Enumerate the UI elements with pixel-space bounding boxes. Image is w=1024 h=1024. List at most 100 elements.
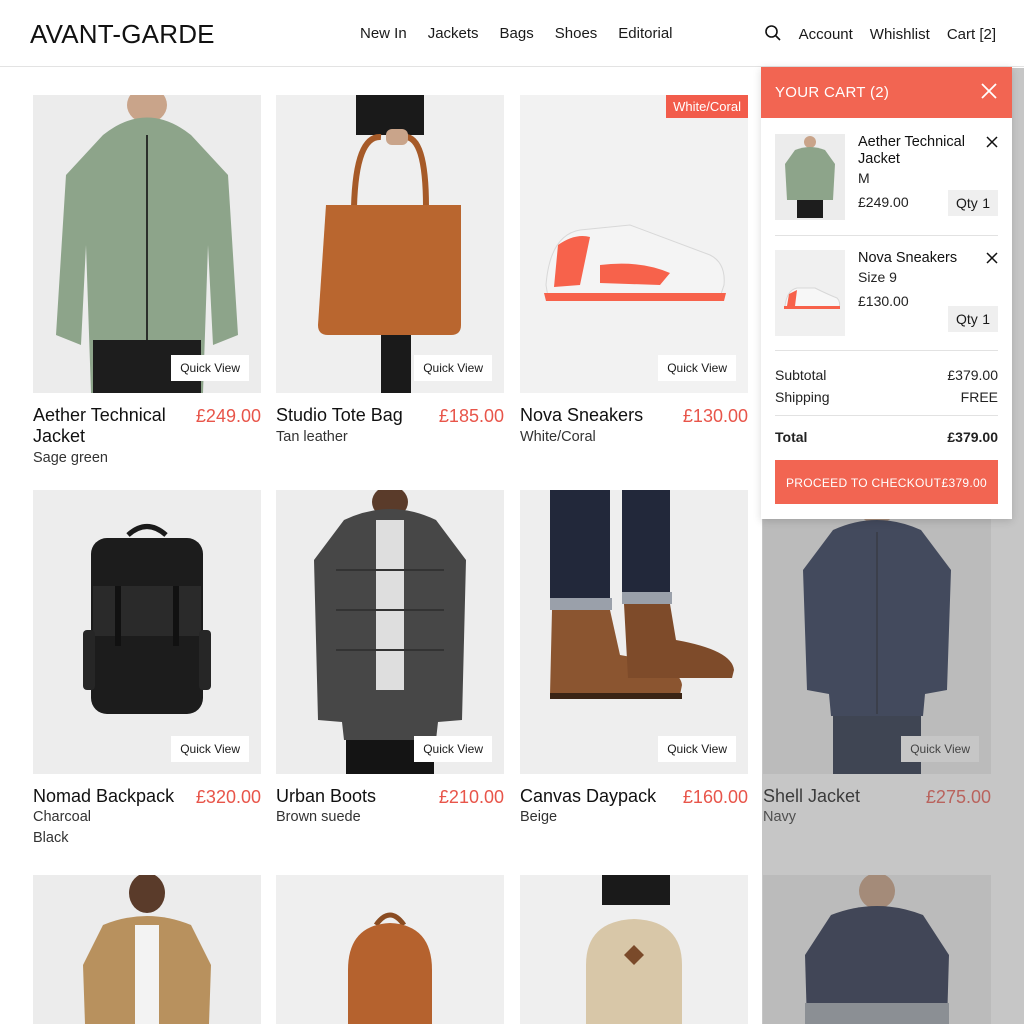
quick-view-button[interactable]: Quick View	[658, 736, 736, 762]
quick-view-button[interactable]: Quick View	[414, 736, 492, 762]
product-image[interactable]: White/Coral Quick View	[520, 95, 748, 393]
site-logo[interactable]: AVANT-GARDE	[30, 19, 215, 50]
tote-bag-illustration	[276, 95, 504, 393]
product-name[interactable]: Canvas Daypack	[520, 786, 670, 807]
product-image[interactable]: Quick View	[33, 490, 261, 774]
puffer-jacket-illustration	[276, 490, 504, 774]
product-color-2: Black	[33, 830, 69, 846]
sneakers-illustration	[520, 95, 748, 393]
jacket-illustration	[33, 95, 261, 393]
leather-backpack-illustration	[276, 875, 504, 1024]
qty-value: 1	[982, 195, 990, 211]
subtotal-label: Subtotal	[775, 367, 827, 383]
product-color: Tan leather	[276, 429, 348, 445]
cart-title: YOUR CART (2)	[775, 84, 890, 101]
product-image[interactable]: Quick View	[276, 490, 504, 774]
product-card[interactable]	[520, 875, 748, 1024]
product-color: Sage green	[33, 450, 108, 466]
quick-view-button[interactable]: Quick View	[414, 355, 492, 381]
product-color: Beige	[520, 809, 558, 825]
subtotal-value: £379.00	[947, 367, 998, 383]
product-image[interactable]: Quick View	[276, 95, 504, 393]
close-icon[interactable]	[980, 82, 998, 100]
jacket-thumbnail	[775, 134, 845, 220]
total-label: Total	[775, 429, 808, 445]
total-value: £379.00	[947, 429, 998, 445]
product-card[interactable]: Quick View Urban Boots £210.00 Brown sue…	[276, 490, 504, 825]
quick-view-button[interactable]: Quick View	[658, 355, 736, 381]
qty-label: Qty	[956, 195, 978, 211]
product-name[interactable]: Urban Boots	[276, 786, 426, 807]
sneaker-thumbnail	[775, 250, 845, 336]
product-price: £185.00	[438, 406, 504, 426]
cart-item-name[interactable]: Aether Technical Jacket	[858, 134, 978, 168]
cart-item-price: £130.00	[858, 293, 909, 309]
nav-shoes[interactable]: Shoes	[555, 25, 598, 42]
divider	[775, 235, 998, 236]
cart-item-image[interactable]	[775, 134, 845, 220]
shipping-row: Shipping FREE	[775, 389, 998, 405]
search-icon[interactable]	[764, 24, 782, 42]
product-card[interactable]: Quick View Nomad Backpack £320.00 Charco…	[33, 490, 261, 846]
nav-new-in[interactable]: New In	[360, 25, 407, 42]
shipping-label: Shipping	[775, 389, 830, 405]
quantity-selector[interactable]: Qty 1	[948, 190, 998, 216]
product-card[interactable]: Quick View Studio Tote Bag £185.00 Tan l…	[276, 95, 504, 445]
product-image[interactable]: Quick View	[33, 95, 261, 393]
remove-item-icon[interactable]	[986, 136, 998, 148]
nav-jackets[interactable]: Jackets	[428, 25, 479, 42]
site-header: AVANT-GARDE New In Jackets Bags Shoes Ed…	[0, 0, 1024, 67]
subtotal-row: Subtotal £379.00	[775, 367, 998, 383]
canvas-backpack-illustration	[520, 875, 748, 1024]
color-badge: White/Coral	[666, 95, 748, 118]
product-card[interactable]	[33, 875, 261, 1024]
product-card[interactable]: Quick View Aether Technical Jacket £249.…	[33, 95, 261, 466]
product-name[interactable]: Nomad Backpack	[33, 786, 183, 807]
utility-nav: Account Whishlist Cart [2]	[764, 25, 996, 43]
qty-label: Qty	[956, 311, 978, 327]
cart-item-size: M	[858, 170, 870, 186]
quick-view-button[interactable]: Quick View	[171, 355, 249, 381]
cart-drawer-header: YOUR CART (2)	[761, 67, 1012, 118]
cart-link[interactable]: Cart [2]	[947, 26, 996, 43]
wishlist-link[interactable]: Whishlist	[870, 26, 930, 43]
product-price: £249.00	[195, 406, 261, 426]
cart-item: Nova Sneakers Size 9 £130.00 Qty 1	[775, 250, 998, 340]
product-image[interactable]	[33, 875, 261, 1024]
cart-item-name[interactable]: Nova Sneakers	[858, 250, 978, 267]
account-link[interactable]: Account	[799, 26, 853, 43]
cart-item-size: Size 9	[858, 269, 897, 285]
boots-illustration	[520, 490, 748, 774]
product-image[interactable]: Quick View	[520, 490, 748, 774]
nav-bags[interactable]: Bags	[500, 25, 534, 42]
product-card[interactable]: White/Coral Quick View Nova Sneakers £13…	[520, 95, 748, 445]
product-price: £160.00	[682, 787, 748, 807]
product-price: £210.00	[438, 787, 504, 807]
product-color: White/Coral	[520, 429, 596, 445]
product-name[interactable]: Aether Technical Jacket	[33, 405, 183, 447]
product-card[interactable]	[276, 875, 504, 1024]
divider	[775, 415, 998, 416]
cart-item-image[interactable]	[775, 250, 845, 336]
cart-drawer: YOUR CART (2) Aether Technical Jacket M …	[761, 67, 1012, 519]
product-image[interactable]	[276, 875, 504, 1024]
remove-item-icon[interactable]	[986, 252, 998, 264]
qty-value: 1	[982, 311, 990, 327]
cart-item-price: £249.00	[858, 194, 909, 210]
divider	[775, 350, 998, 351]
checkout-amount: £379.00	[941, 476, 987, 490]
product-color: Charcoal	[33, 809, 92, 825]
main-nav: New In Jackets Bags Shoes Editorial	[360, 25, 694, 42]
product-name[interactable]: Nova Sneakers	[520, 405, 670, 426]
product-name[interactable]: Studio Tote Bag	[276, 405, 426, 426]
quantity-selector[interactable]: Qty 1	[948, 306, 998, 332]
shipping-value: FREE	[960, 389, 998, 405]
product-image[interactable]	[520, 875, 748, 1024]
checkout-label: PROCEED TO CHECKOUT	[786, 476, 942, 490]
total-row: Total £379.00	[775, 429, 998, 445]
nav-editorial[interactable]: Editorial	[618, 25, 672, 42]
checkout-button[interactable]: PROCEED TO CHECKOUT £379.00	[775, 460, 998, 504]
product-card[interactable]: Quick View Canvas Daypack £160.00 Beige	[520, 490, 748, 825]
chore-jacket-illustration	[33, 875, 261, 1024]
quick-view-button[interactable]: Quick View	[171, 736, 249, 762]
